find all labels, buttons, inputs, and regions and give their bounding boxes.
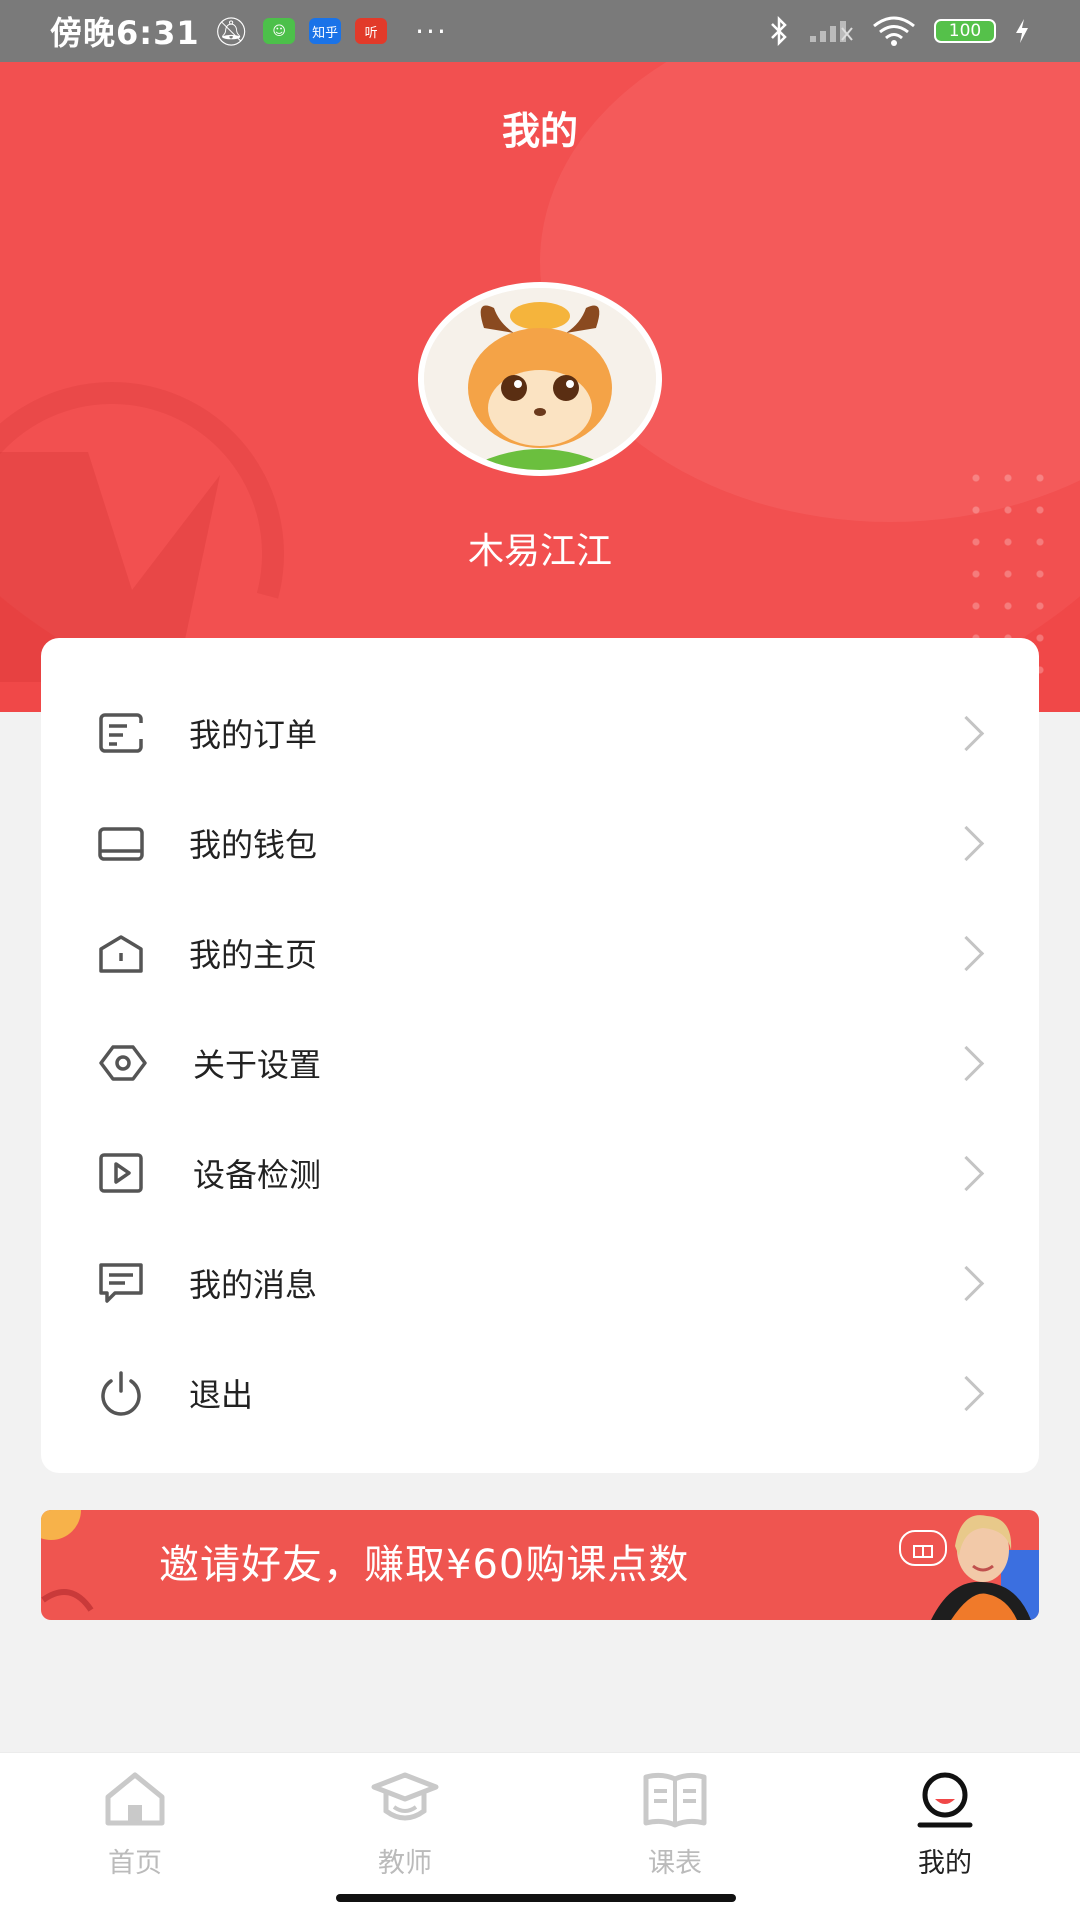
page-title: 我的 (501, 109, 578, 153)
battery-indicator: 100 (934, 19, 996, 43)
status-right: 100 (768, 16, 1030, 46)
profile-icon (917, 1772, 973, 1828)
menu-item-orders[interactable]: 我的订单 (41, 678, 1039, 788)
tab-home[interactable]: 首页 (55, 1769, 215, 1880)
menu-item-label: 我的订单 (189, 716, 318, 754)
listen-app-icon: 听 (355, 18, 388, 44)
teacher-photo (931, 1515, 1039, 1620)
home-page-icon (99, 935, 143, 973)
book-icon (643, 1772, 707, 1828)
menu-item-homepage[interactable]: 我的主页 (41, 898, 1039, 1008)
deer-mascot-icon (424, 288, 656, 470)
banner-text: 邀请好友，赚取¥60购课点数 (159, 1542, 690, 1588)
listen-label: 听 (364, 25, 378, 41)
menu-item-label: 我的主页 (189, 936, 318, 974)
wallet-icon (98, 827, 144, 861)
chevron-right-icon (948, 715, 985, 751)
battery-level: 100 (948, 21, 982, 41)
bluetooth-icon (771, 16, 787, 46)
tab-label: 课表 (648, 1848, 702, 1879)
banner-decoration-mark (41, 1589, 94, 1612)
tab-profile[interactable]: 我的 (865, 1769, 1025, 1880)
more-notifications-icon: ··· (415, 14, 448, 48)
home-indicator[interactable] (336, 1894, 736, 1902)
chevron-right-icon (948, 1375, 985, 1411)
avatar[interactable] (418, 282, 662, 476)
menu-item-label: 我的钱包 (189, 826, 318, 864)
menu-item-device-check[interactable]: 设备检测 (41, 1118, 1039, 1228)
menu-item-wallet[interactable]: 我的钱包 (41, 788, 1039, 898)
tab-label: 教师 (378, 1848, 432, 1879)
menu-item-label: 关于设置 (193, 1046, 322, 1084)
home-icon (105, 1772, 165, 1826)
menu-card: 我的订单 我的钱包 我的主页 关于设置 设备检测 我的消息 退出 (41, 638, 1039, 1473)
zhihu-icon: 知乎 (309, 18, 342, 44)
menu-item-label: 我的消息 (189, 1266, 318, 1304)
status-bar: 傍晚6:31 🔕︎ ☺ 知乎 听 ··· 100 (0, 0, 1080, 62)
tab-teachers[interactable]: 教师 (325, 1769, 485, 1880)
settings-icon (99, 1045, 147, 1081)
tab-schedule[interactable]: 课表 (595, 1769, 755, 1880)
signal-icon (810, 21, 853, 42)
power-icon (101, 1371, 141, 1416)
status-time: 傍晚6:31 (50, 14, 200, 52)
chevron-right-icon (948, 1045, 985, 1081)
chevron-right-icon (948, 1155, 985, 1191)
chevron-right-icon (948, 825, 985, 861)
device-check-icon (99, 1153, 143, 1193)
charging-icon (1016, 19, 1028, 43)
menu-item-label: 退出 (189, 1376, 254, 1414)
menu-item-logout[interactable]: 退出 (41, 1338, 1039, 1448)
status-left: 傍晚6:31 🔕︎ ☺ 知乎 听 ··· (50, 8, 448, 54)
invite-banner[interactable]: 邀请好友，赚取¥60购课点数 (41, 1510, 1039, 1620)
message-icon (99, 1263, 143, 1303)
menu-item-messages[interactable]: 我的消息 (41, 1228, 1039, 1338)
chevron-right-icon (948, 935, 985, 971)
username: 木易江江 (467, 531, 612, 572)
chevron-right-icon (948, 1265, 985, 1301)
graduation-cap-icon (371, 1772, 439, 1821)
wifi-icon (873, 16, 915, 46)
menu-item-settings[interactable]: 关于设置 (41, 1008, 1039, 1118)
order-icon (99, 713, 144, 753)
mute-icon: 🔕︎ (213, 14, 250, 48)
banner-decoration-circle (41, 1510, 81, 1540)
menu-item-label: 设备检测 (193, 1156, 322, 1194)
zhihu-label: 知乎 (312, 25, 339, 41)
tab-label: 首页 (108, 1848, 162, 1879)
app-notification-icon: ☺ (263, 18, 296, 44)
tab-label: 我的 (918, 1848, 972, 1879)
